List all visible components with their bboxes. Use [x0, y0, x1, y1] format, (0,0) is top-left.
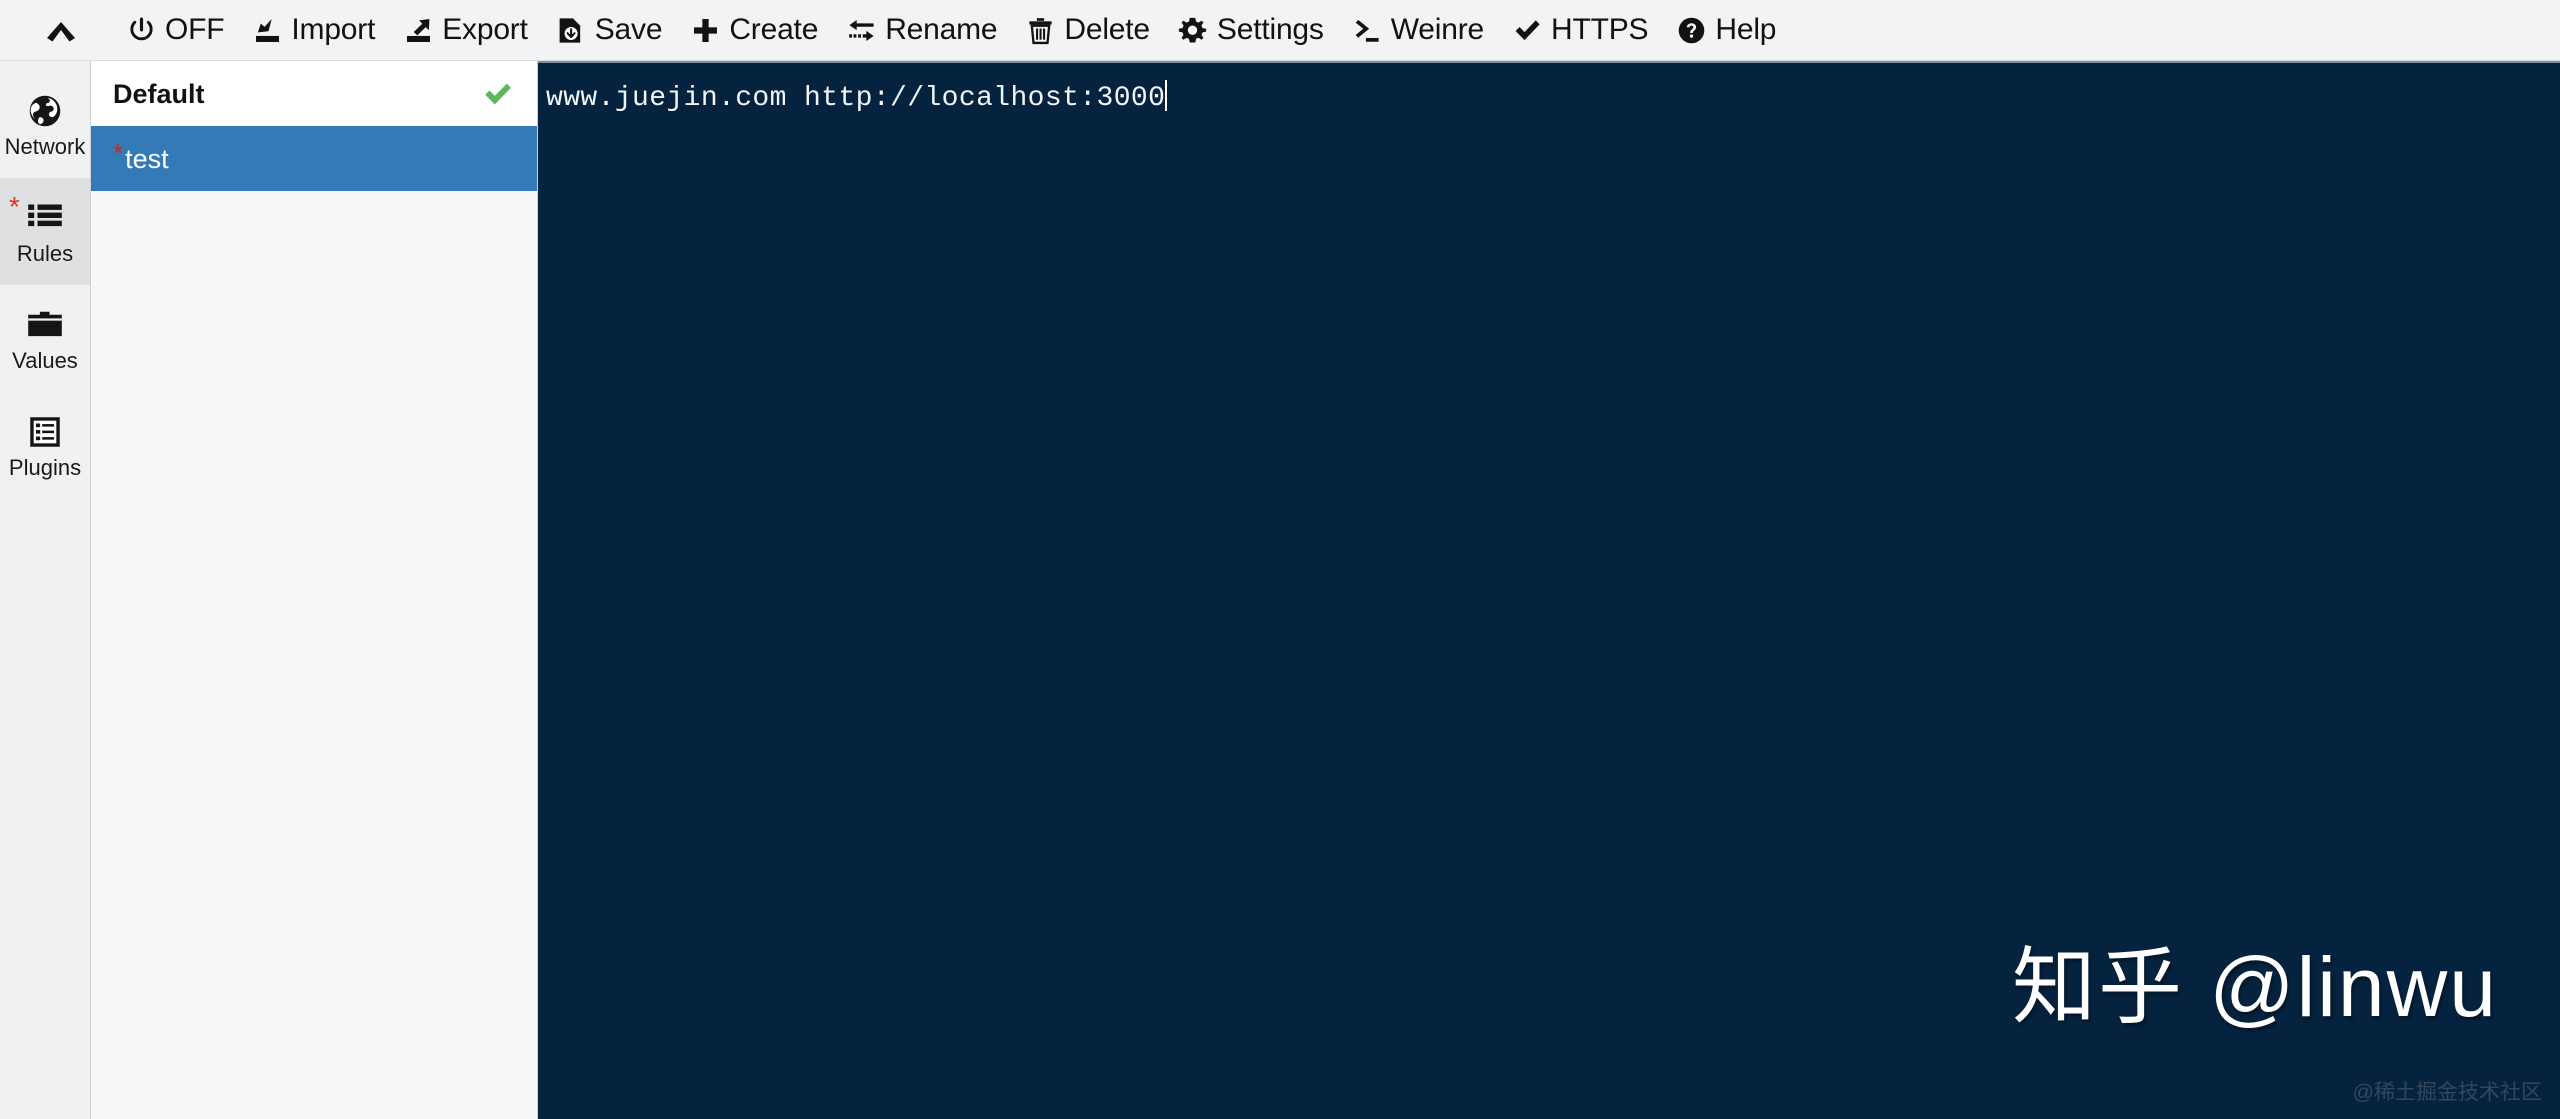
toolbar-button-delete[interactable]: Delete	[1011, 0, 1164, 60]
rules-list-item-default[interactable]: Default	[91, 61, 537, 126]
text-caret	[1165, 80, 1168, 111]
toolbar-button-help[interactable]: Help	[1662, 0, 1790, 60]
chevron-up-icon	[44, 17, 78, 43]
toolbar-label-import: Import	[291, 13, 376, 46]
toolbar-label-create: Create	[729, 13, 819, 46]
globe-icon	[26, 92, 64, 130]
rules-list-item-label: Default	[113, 78, 205, 109]
sidebar-item-plugins[interactable]: Plugins	[0, 392, 90, 499]
sidebar-item-rules[interactable]: * Rules	[0, 178, 90, 285]
sidebar-item-network[interactable]: Network	[0, 71, 90, 178]
main-toolbar: OFF Import Export Save Create Rename Del…	[0, 0, 2560, 61]
toolbar-button-create[interactable]: Create	[676, 0, 832, 60]
import-icon	[252, 15, 282, 45]
check-icon[interactable]	[481, 77, 515, 111]
toolbar-label-help: Help	[1715, 13, 1777, 46]
list-icon	[26, 199, 64, 237]
sidebar-item-values[interactable]: Values	[0, 285, 90, 392]
toolbar-button-rename[interactable]: Rename	[832, 0, 1011, 60]
toolbar-button-https[interactable]: HTTPS	[1498, 0, 1662, 60]
plus-icon	[690, 15, 720, 45]
terminal-prompt-icon	[1352, 15, 1382, 45]
question-circle-icon	[1676, 15, 1706, 45]
gear-icon	[1178, 15, 1208, 45]
plugins-icon	[26, 413, 64, 451]
toolbar-label-power: OFF	[165, 13, 225, 46]
sidebar-rail: Network * Rules Values Plugins	[0, 61, 91, 1119]
rules-list-item-label: test	[125, 143, 169, 174]
rules-list-panel[interactable]: Default * test	[91, 61, 538, 1119]
toolbar-label-save: Save	[594, 13, 663, 46]
sidebar-label-values: Values	[12, 347, 78, 373]
sidebar-label-rules: Rules	[16, 240, 74, 266]
toolbar-label-https: HTTPS	[1551, 13, 1649, 46]
rules-list-item-test[interactable]: * test	[91, 126, 537, 191]
toolbar-button-weinre[interactable]: Weinre	[1338, 0, 1498, 60]
app-body: Network * Rules Values Plugins Default *…	[0, 61, 2560, 1119]
toolbar-button-power[interactable]: OFF	[112, 0, 238, 60]
toolbar-button-export[interactable]: Export	[389, 0, 542, 60]
collapse-toolbar-button[interactable]	[28, 0, 94, 60]
editor-line-text: www.juejin.com http://localhost:3000	[546, 83, 1166, 114]
sidebar-label-network: Network	[4, 133, 86, 159]
toolbar-label-weinre: Weinre	[1390, 13, 1485, 46]
sidebar-label-plugins: Plugins	[8, 454, 82, 480]
editor-line-1: www.juejin.com http://localhost:3000	[546, 79, 1168, 119]
rule-code-editor[interactable]: www.juejin.com http://localhost:3000 知乎 …	[538, 61, 2560, 1119]
check-icon	[1512, 15, 1542, 45]
trash-icon	[1025, 15, 1055, 45]
toolbar-label-delete: Delete	[1064, 13, 1150, 46]
folder-icon	[26, 306, 64, 344]
whistle-app-window: OFF Import Export Save Create Rename Del…	[0, 0, 2560, 1119]
rename-arrows-icon	[846, 15, 876, 45]
unsaved-indicator: *	[113, 137, 124, 168]
toolbar-button-settings[interactable]: Settings	[1164, 0, 1338, 60]
toolbar-label-settings: Settings	[1216, 13, 1324, 46]
toolbar-label-rename: Rename	[885, 13, 998, 46]
rules-modified-indicator: *	[9, 191, 20, 222]
save-icon	[556, 15, 586, 45]
power-icon	[126, 15, 156, 45]
toolbar-button-import[interactable]: Import	[238, 0, 389, 60]
toolbar-label-export: Export	[442, 13, 528, 46]
export-icon	[403, 15, 433, 45]
editor-content[interactable]: www.juejin.com http://localhost:3000	[538, 63, 2560, 1119]
toolbar-button-save[interactable]: Save	[542, 0, 677, 60]
toolbar-divider	[94, 0, 112, 60]
